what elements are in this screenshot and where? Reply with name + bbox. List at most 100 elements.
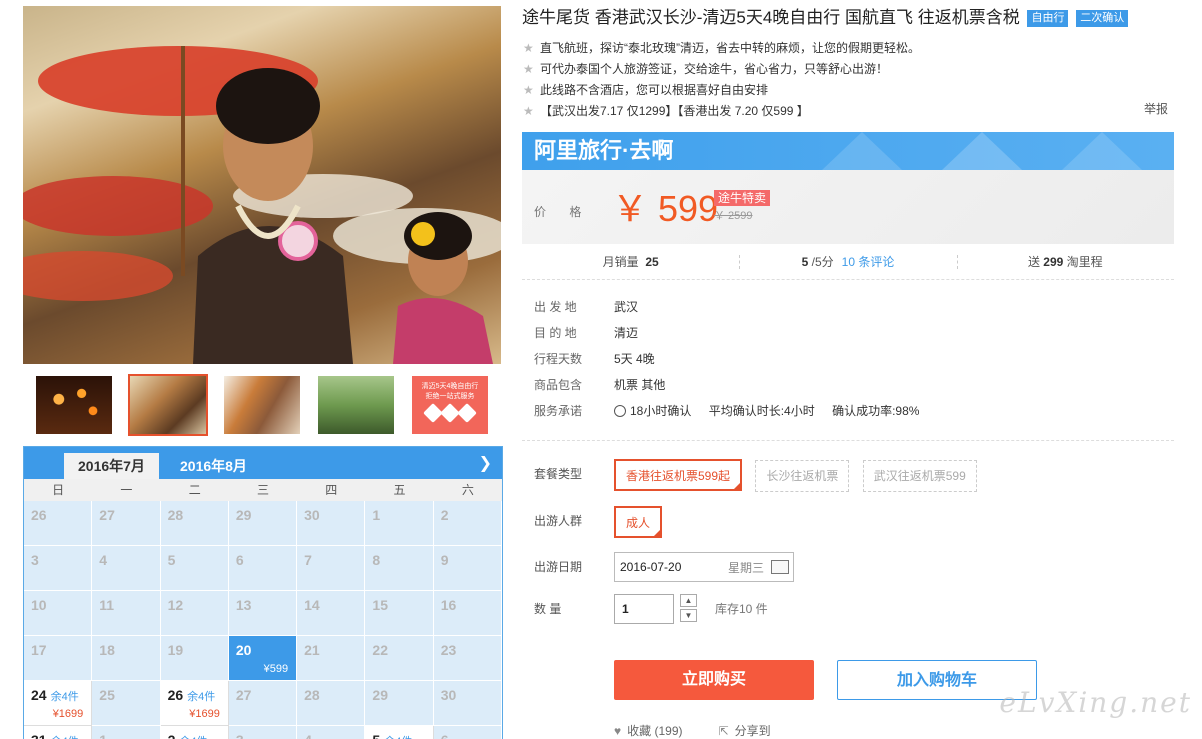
buy-now-button[interactable]: 立即购买 [614,660,814,700]
day-number: 4 [304,732,312,739]
day-number: 18 [99,642,115,658]
price-area: 价 格 ￥ 599 途牛特卖 ￥ 2599 [522,170,1174,244]
calendar-day: 1 [365,501,434,546]
reviews-link[interactable]: 10 条评论 [842,255,895,269]
package-row: 套餐类型 香港往返机票599起 长沙往返机票 武汉往返机票599 [522,459,1174,492]
current-price: ￥ 599 [612,188,719,229]
info-row-duration: 行程天数 5天 4晚 [534,352,655,366]
calendar-icon[interactable] [771,560,789,574]
thumbnail-elephant[interactable] [316,374,396,436]
crowd-row: 出游人群 成人 [522,506,1174,538]
day-stock: 余4件 [50,691,79,703]
calendar-day: 28 [160,501,229,546]
day-number: 2 [168,732,176,739]
calendar-day: 3 [228,726,298,739]
badge-free-travel: 自由行 [1027,10,1069,27]
calendar-day[interactable]: 5余4件 [365,726,434,739]
calendar-day: 25 [92,681,161,726]
share-icon: ⇱ [718,724,729,738]
day-price: ¥1699 [52,708,84,720]
calendar-day[interactable]: 2余4件 [160,726,229,739]
info-row-includes: 商品包含 机票 其他 [534,378,666,392]
calendar-day: 4 [92,546,161,591]
calendar-day[interactable]: 26 余4件 ¥1699 [160,681,229,726]
calendar-day[interactable]: 20 ¥599 [228,636,298,681]
report-link[interactable]: 举报 [1144,100,1168,117]
day-number: 22 [372,642,388,658]
thumbnail-promo-line2: 拒绝一站式服务 [425,393,475,400]
price-calendar: 2016年7月 2016年8月 ❯ 日一二三四五六 26 27 28 29 30 1 2 3 4… [23,446,503,739]
promo-brand: 阿里旅行·去啊 [534,138,674,163]
calendar-day: 26 [24,501,93,546]
calendar-weekdays: 日一二三四五六 [24,479,502,501]
thumbnail-promo[interactable]: 清迈5天4晚自由行 拒绝一站式服务 [410,374,490,436]
original-price: ￥ 2599 [714,210,753,222]
quantity-input[interactable]: 1 [614,594,674,624]
gallery: 清迈5天4晚自由行 拒绝一站式服务 [23,6,503,446]
calendar-day: 28 [297,681,366,726]
day-number: 16 [440,597,457,613]
calendar-day: 12 [160,591,229,636]
feature-list: ★ 直飞航班，探访“泰北玫瑰”清迈，省去中转的麻烦，让您的假期更轻松。 ★ 可代办泰… [522,38,1174,122]
info-row-departure: 出 发 地武汉 [534,300,639,314]
weekday-label: 日 [52,483,65,497]
calendar-tab-august[interactable]: 2016年8月 [166,453,261,479]
day-number: 1 [99,732,107,739]
heart-icon: ♥ [614,724,622,738]
promo-banner: 阿里旅行·去啊 价 格 ￥ 599 途牛特卖 ￥ 2599 [522,132,1174,244]
stats-bar: 月销量 25 5 /5分 10 条评论 送 299 淘里程 [522,244,1174,280]
calendar-day: 4 [297,726,366,739]
calendar-day: 1 [92,726,161,739]
day-number: 27 [99,507,115,523]
package-wuhan[interactable]: 武汉往返机票599 [862,460,977,492]
rating: 5 /5分 10 条评论 [739,253,956,270]
thumbnail-dancers[interactable] [222,374,302,436]
day-number: 27 [235,687,252,703]
day-number: 8 [372,552,381,568]
product-info: 出 发 地武汉 目 的 地清迈 行程天数 5天 4晚 商品包含 机票 其他 服务承诺… [522,280,1174,441]
main-photo[interactable] [23,6,501,364]
calendar-day[interactable]: 31余4件 [24,726,93,739]
package-hongkong[interactable]: 香港往返机票599起 [614,459,743,491]
day-number: 1 [372,507,381,523]
package-changsha[interactable]: 长沙往返机票 [755,460,850,492]
day-number: 13 [235,597,252,613]
check-circle-icon [614,405,626,417]
calendar-day: 10 [24,591,93,636]
calendar-day: 13 [228,591,298,636]
promo-brand-bar: 阿里旅行·去啊 [522,132,1174,170]
chevron-right-icon[interactable]: ❯ [479,453,492,473]
day-number: 26 [167,687,184,703]
thumbnail-elephant-painting[interactable] [128,374,208,436]
crowd-adult[interactable]: 成人 [614,506,663,538]
day-number: 5 [372,732,380,739]
date-row: 出游日期 2016-07-20 星期三 [522,552,1174,582]
day-number: 6 [235,552,244,568]
chevron-down-icon[interactable]: ▼ [680,609,697,622]
star-icon: ★ [523,41,534,55]
calendar-day: 29 [365,681,434,726]
travel-date-input[interactable]: 2016-07-20 星期三 [614,552,794,582]
calendar-day: 2 [433,501,502,546]
calendar-day[interactable]: 24 余4件 ¥1699 [24,681,93,726]
product-title-row: 途牛尾货 香港武汉长沙-清迈5天4晚自由行 国航直飞 往返机票含税 自由行 二次… [522,6,1174,30]
chevron-up-icon[interactable]: ▲ [680,594,697,607]
calendar-tab-july[interactable]: 2016年7月 [64,453,159,479]
share-button[interactable]: ⇱ 分享到 [719,722,771,739]
calendar-day: 14 [297,591,366,636]
watermark: eLvXing.net [999,686,1192,719]
day-number: 14 [304,597,320,613]
weekday-label: 二 [188,483,201,497]
feature-item: ★ 此线路不含酒店，您可以根据喜好自由安排 [522,80,1174,101]
day-number: 28 [304,687,320,703]
thumbnail-lanterns[interactable] [34,374,114,436]
favorite-button[interactable]: ♥ 收藏 (199) [614,722,683,739]
day-number: 6 [441,732,449,739]
day-number: 9 [440,552,449,568]
day-number: 19 [167,642,184,658]
calendar-day: 27 [228,681,298,726]
calendar-day: 6 [433,726,502,739]
day-number: 30 [440,687,457,703]
calendar-day: 3 [24,546,93,591]
day-number: 5 [167,552,176,568]
